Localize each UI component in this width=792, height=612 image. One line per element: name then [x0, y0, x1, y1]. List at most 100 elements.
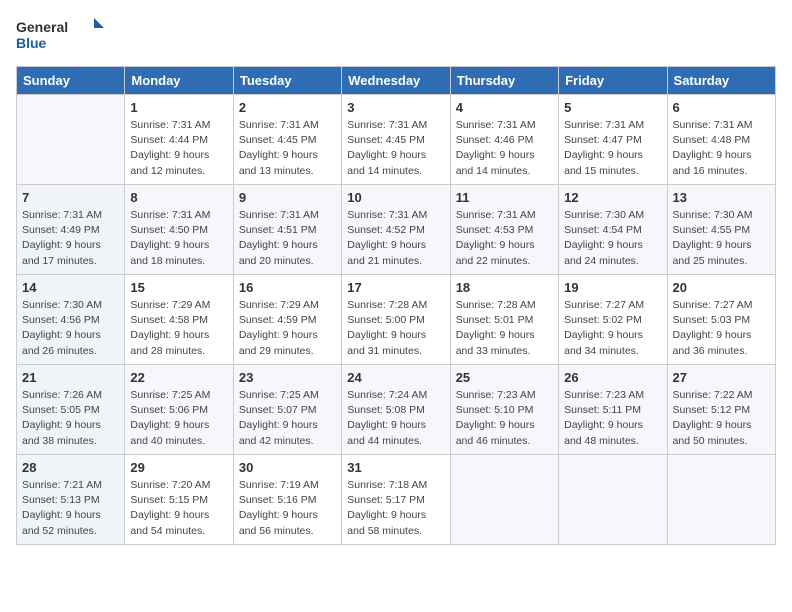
- day-content: Sunrise: 7:22 AMSunset: 5:12 PMDaylight:…: [673, 388, 770, 449]
- day-content: Sunrise: 7:27 AMSunset: 5:02 PMDaylight:…: [564, 298, 661, 359]
- day-content: Sunrise: 7:29 AMSunset: 4:59 PMDaylight:…: [239, 298, 336, 359]
- calendar-cell: 3 Sunrise: 7:31 AMSunset: 4:45 PMDaylight…: [342, 95, 450, 185]
- calendar-cell: 21 Sunrise: 7:26 AMSunset: 5:05 PMDayligh…: [17, 365, 125, 455]
- logo-svg: General Blue: [16, 16, 106, 54]
- day-content: Sunrise: 7:29 AMSunset: 4:58 PMDaylight:…: [130, 298, 227, 359]
- weekday-header-monday: Monday: [125, 67, 233, 95]
- calendar-cell: 5 Sunrise: 7:31 AMSunset: 4:47 PMDaylight…: [559, 95, 667, 185]
- calendar-cell: 28 Sunrise: 7:21 AMSunset: 5:13 PMDayligh…: [17, 455, 125, 545]
- calendar-cell: 15 Sunrise: 7:29 AMSunset: 4:58 PMDayligh…: [125, 275, 233, 365]
- day-content: Sunrise: 7:19 AMSunset: 5:16 PMDaylight:…: [239, 478, 336, 539]
- svg-text:Blue: Blue: [16, 35, 47, 51]
- day-content: Sunrise: 7:31 AMSunset: 4:45 PMDaylight:…: [239, 118, 336, 179]
- calendar-cell: 16 Sunrise: 7:29 AMSunset: 4:59 PMDayligh…: [233, 275, 341, 365]
- day-content: Sunrise: 7:31 AMSunset: 4:51 PMDaylight:…: [239, 208, 336, 269]
- calendar-cell: [667, 455, 775, 545]
- calendar-cell: 7 Sunrise: 7:31 AMSunset: 4:49 PMDaylight…: [17, 185, 125, 275]
- calendar-cell: 13 Sunrise: 7:30 AMSunset: 4:55 PMDayligh…: [667, 185, 775, 275]
- calendar-cell: 23Sunrise: 7:25 AMSunset: 5:07 PMDayligh…: [233, 365, 341, 455]
- calendar-cell: 25 Sunrise: 7:23 AMSunset: 5:10 PMDayligh…: [450, 365, 558, 455]
- day-content: Sunrise: 7:31 AMSunset: 4:53 PMDaylight:…: [456, 208, 553, 269]
- day-content: Sunrise: 7:31 AMSunset: 4:48 PMDaylight:…: [673, 118, 770, 179]
- weekday-header-friday: Friday: [559, 67, 667, 95]
- day-content: Sunrise: 7:23 AMSunset: 5:11 PMDaylight:…: [564, 388, 661, 449]
- calendar-week-row: 7 Sunrise: 7:31 AMSunset: 4:49 PMDaylight…: [17, 185, 776, 275]
- day-number: 6: [673, 100, 770, 115]
- weekday-header-tuesday: Tuesday: [233, 67, 341, 95]
- day-number: 22: [130, 370, 227, 385]
- day-number: 1: [130, 100, 227, 115]
- calendar-week-row: 14 Sunrise: 7:30 AMSunset: 4:56 PMDayligh…: [17, 275, 776, 365]
- weekday-header-sunday: Sunday: [17, 67, 125, 95]
- day-number: 11: [456, 190, 553, 205]
- day-content: Sunrise: 7:30 AMSunset: 4:54 PMDaylight:…: [564, 208, 661, 269]
- day-number: 13: [673, 190, 770, 205]
- weekday-header-thursday: Thursday: [450, 67, 558, 95]
- day-number: 31: [347, 460, 444, 475]
- calendar-table: SundayMondayTuesdayWednesdayThursdayFrid…: [16, 66, 776, 545]
- calendar-cell: 26 Sunrise: 7:23 AMSunset: 5:11 PMDayligh…: [559, 365, 667, 455]
- calendar-cell: 11 Sunrise: 7:31 AMSunset: 4:53 PMDayligh…: [450, 185, 558, 275]
- calendar-cell: 2 Sunrise: 7:31 AMSunset: 4:45 PMDaylight…: [233, 95, 341, 185]
- calendar-cell: 4Sunrise: 7:31 AMSunset: 4:46 PMDaylight…: [450, 95, 558, 185]
- day-content: Sunrise: 7:31 AMSunset: 4:49 PMDaylight:…: [22, 208, 119, 269]
- calendar-cell: 20Sunrise: 7:27 AMSunset: 5:03 PMDayligh…: [667, 275, 775, 365]
- day-number: 27: [673, 370, 770, 385]
- calendar-cell: 22 Sunrise: 7:25 AMSunset: 5:06 PMDayligh…: [125, 365, 233, 455]
- day-number: 25: [456, 370, 553, 385]
- day-number: 4: [456, 100, 553, 115]
- day-content: Sunrise: 7:23 AMSunset: 5:10 PMDaylight:…: [456, 388, 553, 449]
- calendar-cell: [450, 455, 558, 545]
- day-content: Sunrise: 7:31 AMSunset: 4:45 PMDaylight:…: [347, 118, 444, 179]
- day-number: 17: [347, 280, 444, 295]
- day-content: Sunrise: 7:25 AMSunset: 5:06 PMDaylight:…: [130, 388, 227, 449]
- day-number: 26: [564, 370, 661, 385]
- calendar-cell: 27 Sunrise: 7:22 AMSunset: 5:12 PMDayligh…: [667, 365, 775, 455]
- calendar-cell: 12Sunrise: 7:30 AMSunset: 4:54 PMDayligh…: [559, 185, 667, 275]
- day-number: 29: [130, 460, 227, 475]
- calendar-cell: 19 Sunrise: 7:27 AMSunset: 5:02 PMDayligh…: [559, 275, 667, 365]
- svg-text:General: General: [16, 19, 68, 35]
- day-content: Sunrise: 7:18 AMSunset: 5:17 PMDaylight:…: [347, 478, 444, 539]
- day-number: 8: [130, 190, 227, 205]
- day-number: 28: [22, 460, 119, 475]
- calendar-cell: 6 Sunrise: 7:31 AMSunset: 4:48 PMDaylight…: [667, 95, 775, 185]
- day-number: 14: [22, 280, 119, 295]
- calendar-week-row: 1 Sunrise: 7:31 AMSunset: 4:44 PMDaylight…: [17, 95, 776, 185]
- day-number: 18: [456, 280, 553, 295]
- day-content: Sunrise: 7:31 AMSunset: 4:52 PMDaylight:…: [347, 208, 444, 269]
- day-content: Sunrise: 7:26 AMSunset: 5:05 PMDaylight:…: [22, 388, 119, 449]
- day-content: Sunrise: 7:30 AMSunset: 4:55 PMDaylight:…: [673, 208, 770, 269]
- calendar-week-row: 21 Sunrise: 7:26 AMSunset: 5:05 PMDayligh…: [17, 365, 776, 455]
- day-content: Sunrise: 7:20 AMSunset: 5:15 PMDaylight:…: [130, 478, 227, 539]
- calendar-cell: 8 Sunrise: 7:31 AMSunset: 4:50 PMDaylight…: [125, 185, 233, 275]
- day-number: 21: [22, 370, 119, 385]
- day-content: Sunrise: 7:27 AMSunset: 5:03 PMDaylight:…: [673, 298, 770, 359]
- calendar-cell: 1 Sunrise: 7:31 AMSunset: 4:44 PMDaylight…: [125, 95, 233, 185]
- logo: General Blue: [16, 16, 106, 54]
- calendar-cell: 24Sunrise: 7:24 AMSunset: 5:08 PMDayligh…: [342, 365, 450, 455]
- day-content: Sunrise: 7:31 AMSunset: 4:50 PMDaylight:…: [130, 208, 227, 269]
- calendar-cell: 30Sunrise: 7:19 AMSunset: 5:16 PMDayligh…: [233, 455, 341, 545]
- day-number: 2: [239, 100, 336, 115]
- calendar-week-row: 28 Sunrise: 7:21 AMSunset: 5:13 PMDayligh…: [17, 455, 776, 545]
- calendar-cell: 31 Sunrise: 7:18 AMSunset: 5:17 PMDayligh…: [342, 455, 450, 545]
- page-header: General Blue: [16, 16, 776, 54]
- day-content: Sunrise: 7:21 AMSunset: 5:13 PMDaylight:…: [22, 478, 119, 539]
- day-number: 15: [130, 280, 227, 295]
- day-content: Sunrise: 7:31 AMSunset: 4:44 PMDaylight:…: [130, 118, 227, 179]
- day-number: 3: [347, 100, 444, 115]
- day-content: Sunrise: 7:31 AMSunset: 4:47 PMDaylight:…: [564, 118, 661, 179]
- day-number: 5: [564, 100, 661, 115]
- calendar-cell: 17 Sunrise: 7:28 AMSunset: 5:00 PMDayligh…: [342, 275, 450, 365]
- calendar-cell: 9Sunrise: 7:31 AMSunset: 4:51 PMDaylight…: [233, 185, 341, 275]
- day-content: Sunrise: 7:28 AMSunset: 5:01 PMDaylight:…: [456, 298, 553, 359]
- calendar-cell: [559, 455, 667, 545]
- calendar-cell: 18 Sunrise: 7:28 AMSunset: 5:01 PMDayligh…: [450, 275, 558, 365]
- day-number: 7: [22, 190, 119, 205]
- day-number: 16: [239, 280, 336, 295]
- weekday-header-wednesday: Wednesday: [342, 67, 450, 95]
- day-content: Sunrise: 7:28 AMSunset: 5:00 PMDaylight:…: [347, 298, 444, 359]
- day-content: Sunrise: 7:30 AMSunset: 4:56 PMDaylight:…: [22, 298, 119, 359]
- day-number: 19: [564, 280, 661, 295]
